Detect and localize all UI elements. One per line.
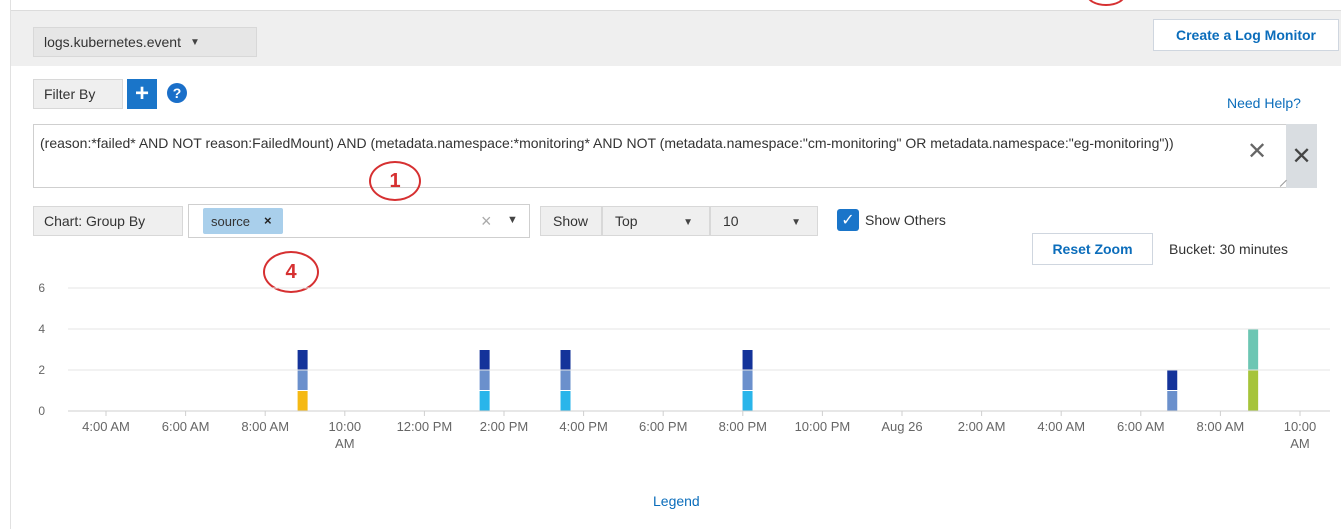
show-order-select[interactable]: Top ▼: [602, 206, 710, 236]
bar-segment: [479, 350, 490, 370]
create-log-monitor-button[interactable]: Create a Log Monitor: [1153, 19, 1339, 51]
chevron-down-icon: ▼: [683, 217, 693, 228]
x-tick-label: 10:00: [1284, 419, 1317, 434]
reset-zoom-button[interactable]: Reset Zoom: [1032, 233, 1153, 265]
show-others-checkbox[interactable]: ✓: [837, 209, 859, 231]
y-tick-label: 0: [38, 404, 45, 418]
x-tick-label: 4:00 AM: [82, 419, 130, 434]
x-tick-label: 8:00 PM: [719, 419, 767, 434]
help-icon[interactable]: ?: [167, 83, 187, 103]
x-tick-label: 4:00 AM: [1037, 419, 1085, 434]
bar-segment: [560, 391, 571, 411]
events-chart[interactable]: 0 2 4 6 4:00 AM 6:00 AM 8:00 AM 10:00 AM 12:00 PM…: [0, 270, 1341, 470]
filter-by-label: Filter By: [33, 79, 123, 109]
bar-segment: [1167, 391, 1178, 411]
y-tick-label: 2: [38, 363, 45, 377]
query-input[interactable]: (reason:*failed* AND NOT reason:FailedMo…: [33, 124, 1287, 188]
annotation-marker-1: 1: [369, 161, 421, 201]
annotation-arc: [1086, 0, 1126, 6]
remove-query-button[interactable]: ✕: [1286, 124, 1317, 188]
bar-segment: [560, 370, 571, 390]
show-label: Show: [540, 206, 602, 236]
y-tick-label: 4: [38, 322, 45, 336]
x-tick-label: 2:00 PM: [480, 419, 528, 434]
x-tick-label: 6:00 PM: [639, 419, 687, 434]
bar-segment: [297, 370, 308, 390]
bar-segment: [560, 350, 571, 370]
query-text: (reason:*failed* AND NOT reason:FailedMo…: [40, 135, 1174, 151]
x-tick-label: 2:00 AM: [958, 419, 1006, 434]
bar-segment: [479, 391, 490, 411]
remove-chip-icon[interactable]: ×: [264, 213, 272, 228]
x-tick-label: 10:00: [329, 419, 362, 434]
chevron-down-icon: ▼: [791, 217, 801, 228]
x-tick-label: AM: [335, 436, 355, 451]
legend-toggle-link[interactable]: Legend: [653, 493, 700, 509]
need-help-link[interactable]: Need Help?: [1227, 95, 1301, 111]
bucket-size-text: Bucket: 30 minutes: [1169, 241, 1289, 257]
x-tick-label: Aug 26: [881, 419, 922, 434]
x-tick-label: 10:00 PM: [795, 419, 851, 434]
group-by-chip-label: source: [211, 213, 251, 229]
chevron-down-icon[interactable]: ▼: [507, 214, 518, 226]
bar-segment: [297, 391, 308, 411]
log-source-select[interactable]: logs.kubernetes.event ▼: [33, 27, 257, 57]
clear-query-icon[interactable]: ✕: [1247, 140, 1267, 164]
bar-segment: [742, 370, 753, 390]
show-count-value: 10: [723, 213, 739, 229]
log-source-value: logs.kubernetes.event: [44, 34, 181, 50]
close-icon: ✕: [1291, 142, 1312, 170]
show-order-value: Top: [615, 213, 638, 229]
x-tick-label: 6:00 AM: [1117, 419, 1165, 434]
checkmark-icon: ✓: [841, 212, 855, 229]
x-tick-label: AM: [1290, 436, 1310, 451]
bar-segment: [479, 370, 490, 390]
y-tick-label: 6: [38, 281, 45, 295]
x-tick-label: 4:00 PM: [559, 419, 607, 434]
show-count-select[interactable]: 10 ▼: [710, 206, 818, 236]
bar-segment: [297, 350, 308, 370]
bar-segment: [742, 391, 753, 411]
bar-segment: [1167, 370, 1178, 390]
x-tick-label: 12:00 PM: [397, 419, 453, 434]
clear-group-by-icon[interactable]: ×: [481, 211, 492, 232]
x-tick-label: 8:00 AM: [241, 419, 289, 434]
bar-segment: [1248, 370, 1259, 411]
add-filter-button[interactable]: +: [127, 79, 157, 109]
bar-segment: [742, 350, 753, 370]
bar-segment: [1248, 329, 1259, 370]
x-tick-label: 6:00 AM: [162, 419, 210, 434]
chevron-down-icon: ▼: [189, 36, 200, 48]
x-tick-label: 8:00 AM: [1197, 419, 1245, 434]
group-by-label: Chart: Group By: [33, 206, 183, 236]
show-others-label: Show Others: [865, 212, 946, 228]
